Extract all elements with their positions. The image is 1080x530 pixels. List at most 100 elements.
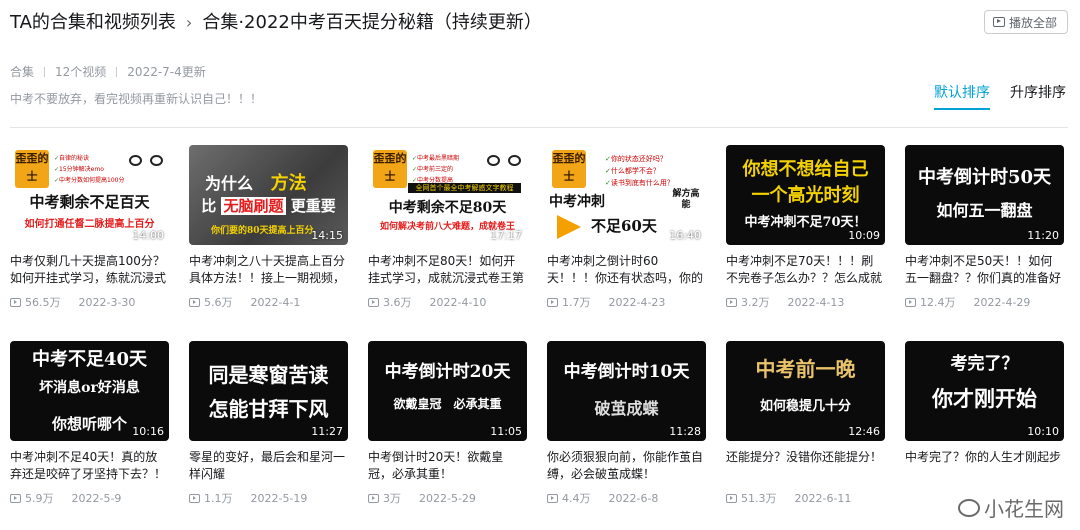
- view-count: 51.3万: [741, 492, 777, 505]
- checklist-item: 什么都学不会？: [605, 165, 674, 177]
- sort-default-tab[interactable]: 默认排序: [934, 82, 990, 110]
- video-title[interactable]: 中考冲刺不足40天！真的放弃还是咬碎了牙坚持下去？！: [10, 449, 169, 483]
- video-thumbnail[interactable]: 歪歪的士 你的状态还好吗？ 什么都学不会？ 读书到底有什么用？ 中考冲刺 不足6…: [547, 145, 706, 245]
- thumbnail-banner: 全网首个最全中考解惑文字教程: [408, 183, 521, 193]
- video-title[interactable]: 中考冲刺不足70天！！！刷不完卷子怎么办？？怎么成就自: [726, 253, 885, 287]
- video-thumbnail[interactable]: 中考倒计时20天 欲戴皇冠 必承其重 11:05: [368, 341, 527, 441]
- video-title[interactable]: 中考完了？你的人生才刚起步: [905, 449, 1064, 483]
- view-count: 4.4万: [562, 492, 591, 505]
- video-stats: 5.9万 2022-5-9: [10, 490, 169, 506]
- thumbnail-text: 方法: [270, 173, 307, 194]
- publish-date: 2022-3-30: [78, 295, 136, 309]
- video-duration: 12:46: [848, 425, 880, 438]
- thumbnail-subline: 不足60天: [591, 217, 657, 235]
- video-title[interactable]: 中考倒计时20天！欲戴皇冠，必承其重！: [368, 449, 527, 483]
- video-card[interactable]: 考完了？ 你才刚开始 10:10 中考完了？你的人生才刚起步: [905, 341, 1064, 483]
- video-card[interactable]: 中考前一晚 如何稳提几十分 12:46 还能提分？没错你还能提分！ 51.3万 …: [726, 341, 885, 506]
- channel-logo: 歪歪的士: [552, 150, 586, 188]
- thumbnail-subline: 坏消息or好消息: [39, 380, 140, 396]
- video-card[interactable]: 为什么 方法 比 无脑刷题 更重要 你们要的80天提高上百分 14:15 中考冲…: [189, 145, 348, 310]
- publish-date: 2022-5-19: [250, 491, 308, 505]
- video-duration: 10:10: [1027, 425, 1059, 438]
- video-count: 12个视频: [55, 65, 107, 79]
- video-title[interactable]: 中考冲刺之倒计时60天！！！你还有状态吗，你的状态还好: [547, 253, 706, 287]
- view-count: 1.7万: [562, 296, 591, 309]
- thumbnail-subline: 欲戴皇冠 必承其重: [393, 397, 502, 411]
- publish-date: 2022-6-11: [794, 491, 852, 505]
- video-card[interactable]: 你想不想给自己 一个高光时刻 中考冲刺不足70天！ 10:09 中考冲刺不足70…: [726, 145, 885, 310]
- play-count-icon: [726, 493, 737, 503]
- page-title: TA的合集和视频列表 › 合集·2022中考百天提分秘籍（持续更新）: [10, 10, 542, 36]
- video-thumbnail[interactable]: 同是寒窗苦读 怎能甘拜下风 11:27: [189, 341, 348, 441]
- video-thumbnail[interactable]: 歪歪的士 中考最后黑暗期 中考前三定的 中考分数提高 全网首个最全中考解惑文字教…: [368, 145, 527, 245]
- video-title[interactable]: 中考冲刺之八十天提高上百分具体方法！！接上一期视频，: [189, 253, 348, 287]
- thumbnail-subline: 破茧成蝶: [594, 399, 659, 418]
- video-card[interactable]: 歪歪的士 中考最后黑暗期 中考前三定的 中考分数提高 全网首个最全中考解惑文字教…: [368, 145, 527, 310]
- video-thumbnail[interactable]: 你想不想给自己 一个高光时刻 中考冲刺不足70天！ 10:09: [726, 145, 885, 245]
- video-title[interactable]: 中考仅剩几十天提高100分？如何开挂式学习，练就沉浸式: [10, 253, 169, 287]
- checklist-item: 中考前三定的: [412, 164, 459, 175]
- video-card[interactable]: 中考倒计时50天 如何五一翻盘 11:20 中考冲刺不足50天！！如何五一翻盘？…: [905, 145, 1064, 310]
- video-thumbnail[interactable]: 考完了？ 你才刚开始 10:10: [905, 341, 1064, 441]
- video-title[interactable]: 你必须狠狠向前，你能作茧自缚，必会破茧成蝶！: [547, 449, 706, 483]
- video-card[interactable]: 歪歪的士 你的状态还好吗？ 什么都学不会？ 读书到底有什么用？ 中考冲刺 不足6…: [547, 145, 706, 310]
- checklist-item: 中考分数如何提高100分: [54, 175, 124, 186]
- video-thumbnail[interactable]: 歪歪的士 自律的秘诀 15分钟解决emo 中考分数如何提高100分 中考剩余不足…: [10, 145, 169, 245]
- video-duration: 11:28: [669, 425, 701, 438]
- thumbnail-headline: 你想不想给自己: [742, 159, 869, 180]
- thumbnail-text: 更重要: [290, 197, 336, 215]
- sort-ascending-tab[interactable]: 升序排序: [1010, 82, 1066, 110]
- watermark: 小花生网: [958, 493, 1064, 522]
- video-duration: 11:05: [490, 425, 522, 438]
- play-all-button[interactable]: 播放全部: [983, 10, 1068, 34]
- video-stats: 1.1万 2022-5-19: [189, 490, 348, 506]
- view-count: 5.9万: [25, 492, 54, 505]
- thumbnail-headline: 一个高光时刻: [751, 185, 860, 206]
- publish-date: 2022-4-10: [429, 295, 487, 309]
- video-stats: 1.7万 2022-4-23: [547, 294, 706, 310]
- play-count-icon: [726, 297, 737, 307]
- thumbnail-text: 为什么: [205, 174, 254, 193]
- video-card[interactable]: 同是寒窗苦读 怎能甘拜下风 11:27 零星的变好，最后会和星河一样闪耀 1.1…: [189, 341, 348, 506]
- breadcrumb-owner-link[interactable]: TA的合集和视频列表: [10, 12, 176, 33]
- view-count: 1.1万: [204, 492, 233, 505]
- thumbnail-headline: 中考倒计时10天: [563, 362, 690, 382]
- thumbnail-headline: 中考不足40天: [31, 349, 148, 370]
- video-title[interactable]: 中考冲刺不足50天！！如何五一翻盘？？你们真的准备好了: [905, 253, 1064, 287]
- video-card[interactable]: 中考倒计时10天 破茧成蝶 11:28 你必须狠狠向前，你能作茧自缚，必会破茧成…: [547, 341, 706, 506]
- watermark-text: 小花生网: [984, 497, 1064, 521]
- thumbnail-checklist: 你的状态还好吗？ 什么都学不会？ 读书到底有什么用？: [605, 153, 674, 189]
- view-count: 3.6万: [383, 296, 412, 309]
- updated-date: 2022-7-4更新: [127, 65, 206, 79]
- video-duration: 11:27: [311, 425, 343, 438]
- video-title[interactable]: 还能提分？没错你还能提分！: [726, 449, 885, 483]
- video-duration: 10:16: [132, 425, 164, 438]
- video-card[interactable]: 中考倒计时20天 欲戴皇冠 必承其重 11:05 中考倒计时20天！欲戴皇冠，必…: [368, 341, 527, 506]
- video-stats: 51.3万 2022-6-11: [726, 490, 885, 506]
- thumbnail-headline: 中考前一晚: [755, 357, 856, 381]
- thumbnail-headline: 中考冲刺: [549, 194, 605, 210]
- thumbnail-headline: 考完了？: [950, 354, 1019, 374]
- video-card[interactable]: 中考不足40天 坏消息or好消息 你想听哪个 10:16 中考冲刺不足40天！真…: [10, 341, 169, 506]
- view-count: 56.5万: [25, 296, 61, 309]
- video-title[interactable]: 零星的变好，最后会和星河一样闪耀: [189, 449, 348, 483]
- publish-date: 2022-6-8: [608, 491, 659, 505]
- thumbnail-side-text: 解方高能: [672, 189, 700, 210]
- divider: [116, 66, 118, 77]
- video-title[interactable]: 中考冲刺不足80天！如何开挂式学习，成就沉浸式卷王第二: [368, 253, 527, 287]
- thumbnail-text: 无脑刷题: [221, 197, 286, 215]
- thumbnail-subline: 如何稳提几十分: [759, 399, 851, 414]
- video-thumbnail[interactable]: 中考不足40天 坏消息or好消息 你想听哪个 10:16: [10, 341, 169, 441]
- video-stats: 3.6万 2022-4-10: [368, 294, 527, 310]
- video-thumbnail[interactable]: 中考倒计时10天 破茧成蝶 11:28: [547, 341, 706, 441]
- video-thumbnail[interactable]: 为什么 方法 比 无脑刷题 更重要 你们要的80天提高上百分 14:15: [189, 145, 348, 245]
- video-card[interactable]: 歪歪的士 自律的秘诀 15分钟解决emo 中考分数如何提高100分 中考剩余不足…: [10, 145, 169, 310]
- publish-date: 2022-5-29: [419, 491, 476, 505]
- video-stats: 12.4万 2022-4-29: [905, 294, 1064, 310]
- glasses-icon: [129, 155, 163, 167]
- thumbnail-subline: 中考冲刺不足70天！: [744, 215, 867, 230]
- video-thumbnail[interactable]: 中考前一晚 如何稳提几十分 12:46: [726, 341, 885, 441]
- video-thumbnail[interactable]: 中考倒计时50天 如何五一翻盘 11:20: [905, 145, 1064, 245]
- video-stats: 5.6万 2022-4-1: [189, 294, 348, 310]
- view-count: 12.4万: [920, 296, 956, 309]
